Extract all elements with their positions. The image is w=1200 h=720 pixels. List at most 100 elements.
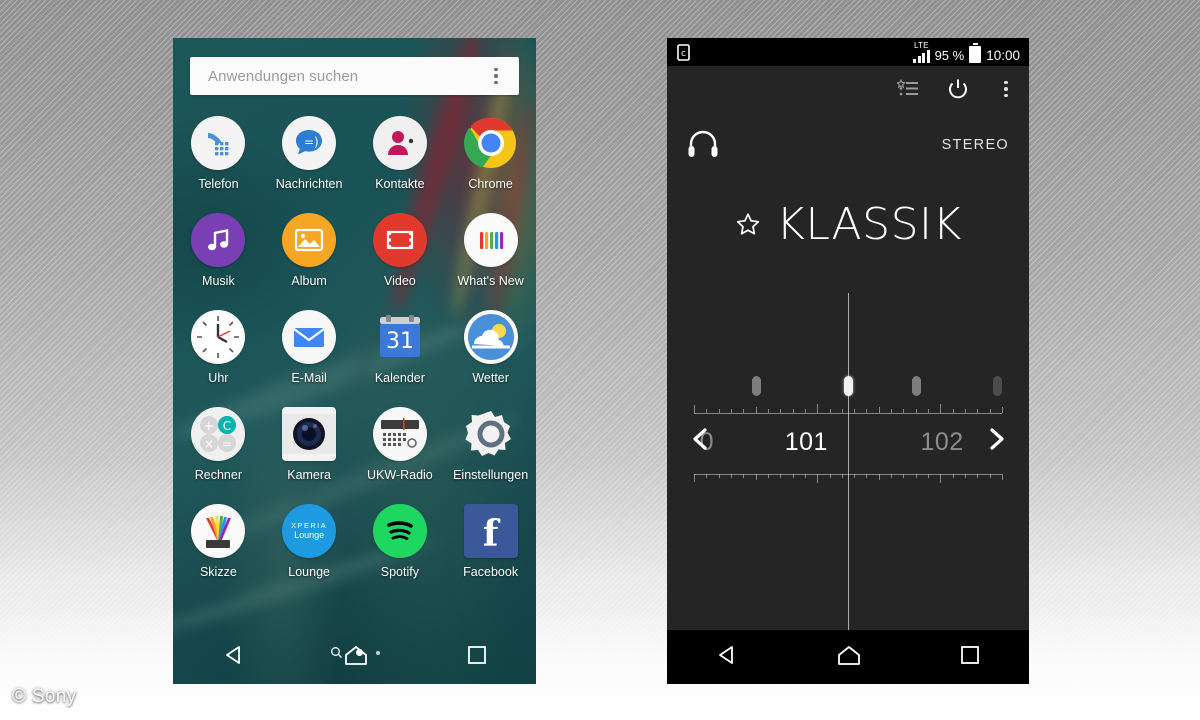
back-nav-icon[interactable] — [222, 643, 246, 672]
app-chrome[interactable]: Chrome — [445, 116, 536, 213]
app-label: Musik — [202, 274, 235, 288]
app-label: What's New — [457, 274, 524, 288]
app-kalender[interactable]: 31 Kalender — [355, 310, 446, 407]
sketch-icon — [191, 504, 246, 558]
app-label: Chrome — [468, 177, 513, 191]
app-label: Kamera — [287, 468, 332, 482]
battery-full-icon — [969, 43, 982, 63]
chevron-right-icon[interactable] — [983, 426, 1009, 452]
music-note-icon — [191, 213, 246, 267]
app-rechner[interactable]: + C × = Rechner — [173, 407, 264, 504]
signal-strength-icon — [913, 49, 930, 63]
back-nav-icon[interactable] — [715, 643, 739, 672]
app-uhr[interactable]: Uhr — [173, 310, 264, 407]
gear-icon — [464, 407, 518, 461]
app-ukw-radio[interactable]: UKW-Radio — [355, 407, 446, 504]
chevron-left-icon[interactable] — [687, 426, 713, 452]
svg-text:=: = — [222, 437, 232, 451]
network-type-label: LTE — [913, 40, 929, 50]
app-label: UKW-Radio — [366, 468, 433, 482]
station-marker[interactable] — [912, 376, 922, 396]
app-kamera[interactable]: Kamera — [264, 407, 355, 504]
frequency-label-next: 102 — [920, 428, 964, 456]
app-kontakte[interactable]: Kontakte — [355, 116, 446, 213]
photo-album-icon — [282, 213, 337, 267]
calendar-icon: 31 — [373, 310, 427, 364]
app-label: Album — [291, 274, 327, 288]
app-label: E-Mail — [291, 371, 327, 385]
dial-scale-bottom — [694, 474, 1003, 488]
app-wetter[interactable]: Wetter — [445, 310, 536, 407]
app-email[interactable]: E-Mail — [264, 310, 355, 407]
navigation-bar — [173, 630, 536, 684]
station-name: KLASSIK — [776, 199, 962, 250]
frequency-dial[interactable]: 0 101 102 — [667, 366, 1029, 494]
app-label: Wetter — [472, 371, 509, 385]
app-row: Musik Album Video What's New — [173, 213, 536, 310]
app-video[interactable]: Video — [355, 213, 446, 310]
svg-text:+: + — [204, 419, 215, 434]
status-bar: c LTE 95 % 10:00 — [667, 38, 1029, 66]
app-label: Einstellungen — [453, 468, 529, 482]
app-telefon[interactable]: Telefon — [173, 116, 264, 213]
contacts-icon — [372, 116, 427, 170]
app-einstellungen[interactable]: Einstellungen — [445, 407, 536, 504]
email-envelope-icon — [282, 310, 337, 364]
home-nav-icon[interactable] — [836, 643, 862, 672]
favorites-list-icon[interactable] — [895, 76, 921, 102]
station-marker-tuned[interactable] — [844, 376, 854, 396]
app-lounge[interactable]: XPERIA Lounge Lounge — [264, 504, 355, 601]
video-film-icon — [372, 213, 427, 267]
station-marker[interactable] — [992, 376, 1002, 396]
overflow-menu-button[interactable] — [995, 76, 1017, 102]
search-bar[interactable]: Anwendungen suchen — [190, 57, 519, 95]
app-skizze[interactable]: Skizze — [173, 504, 264, 601]
app-row: Skizze XPERIA Lounge Lounge Spotify f Fa… — [173, 504, 536, 601]
app-label: Kontakte — [375, 177, 425, 191]
current-station: KLASSIK — [667, 199, 1029, 250]
svg-text:C: C — [223, 419, 231, 433]
home-nav-icon[interactable] — [343, 643, 369, 672]
app-label: Kalender — [374, 371, 425, 385]
station-marker[interactable] — [752, 376, 762, 396]
app-row: + C × = Rechner Kamera UKW-Radio Einstel… — [173, 407, 536, 504]
star-outline-icon[interactable] — [734, 211, 762, 239]
app-row: Uhr E-Mail 31 Kalender Wetter — [173, 310, 536, 407]
app-facebook[interactable]: f Facebook — [445, 504, 536, 601]
app-album[interactable]: Album — [264, 213, 355, 310]
chrome-icon — [463, 116, 518, 170]
app-grid: Telefon =) Nachrichten Kontakte Chrome M… — [173, 116, 536, 601]
messages-icon: =) — [282, 116, 337, 170]
app-nachrichten[interactable]: =) Nachrichten — [264, 116, 355, 213]
power-button[interactable] — [945, 76, 971, 102]
kebab-menu-icon[interactable] — [481, 67, 511, 85]
spotify-icon — [372, 504, 427, 558]
facebook-icon: f — [463, 504, 518, 558]
sync-notification-icon: c — [667, 43, 690, 61]
facebook-glyph: f — [482, 513, 499, 555]
app-label: Nachrichten — [275, 177, 343, 191]
app-label: Skizze — [199, 565, 237, 579]
recents-nav-icon[interactable] — [959, 644, 981, 671]
frequency-labels: 0 101 102 — [667, 428, 1029, 470]
clock-icon — [191, 310, 246, 364]
frequency-label-current: 101 — [784, 428, 828, 456]
recents-nav-icon[interactable] — [466, 644, 488, 671]
app-whats-new[interactable]: What's New — [445, 213, 536, 310]
app-label: Rechner — [194, 468, 242, 482]
copyright-watermark: © Sony — [12, 686, 77, 707]
search-input[interactable]: Anwendungen suchen — [190, 68, 481, 85]
lounge-line2: Lounge — [294, 530, 325, 540]
app-label: Uhr — [208, 371, 229, 385]
radio-content: STEREO KLASSIK 0 101 102 — [667, 66, 1029, 643]
camera-lens-icon — [282, 407, 337, 461]
status-indicators: LTE 95 % 10:00 — [913, 40, 1029, 63]
app-label: Video — [384, 274, 416, 288]
fm-radio-icon — [372, 407, 427, 461]
phone-icon — [191, 116, 246, 170]
app-label: Facebook — [463, 565, 519, 579]
svg-text:×: × — [204, 437, 214, 451]
app-row: Telefon =) Nachrichten Kontakte Chrome — [173, 116, 536, 213]
app-spotify[interactable]: Spotify — [355, 504, 446, 601]
app-musik[interactable]: Musik — [173, 213, 264, 310]
